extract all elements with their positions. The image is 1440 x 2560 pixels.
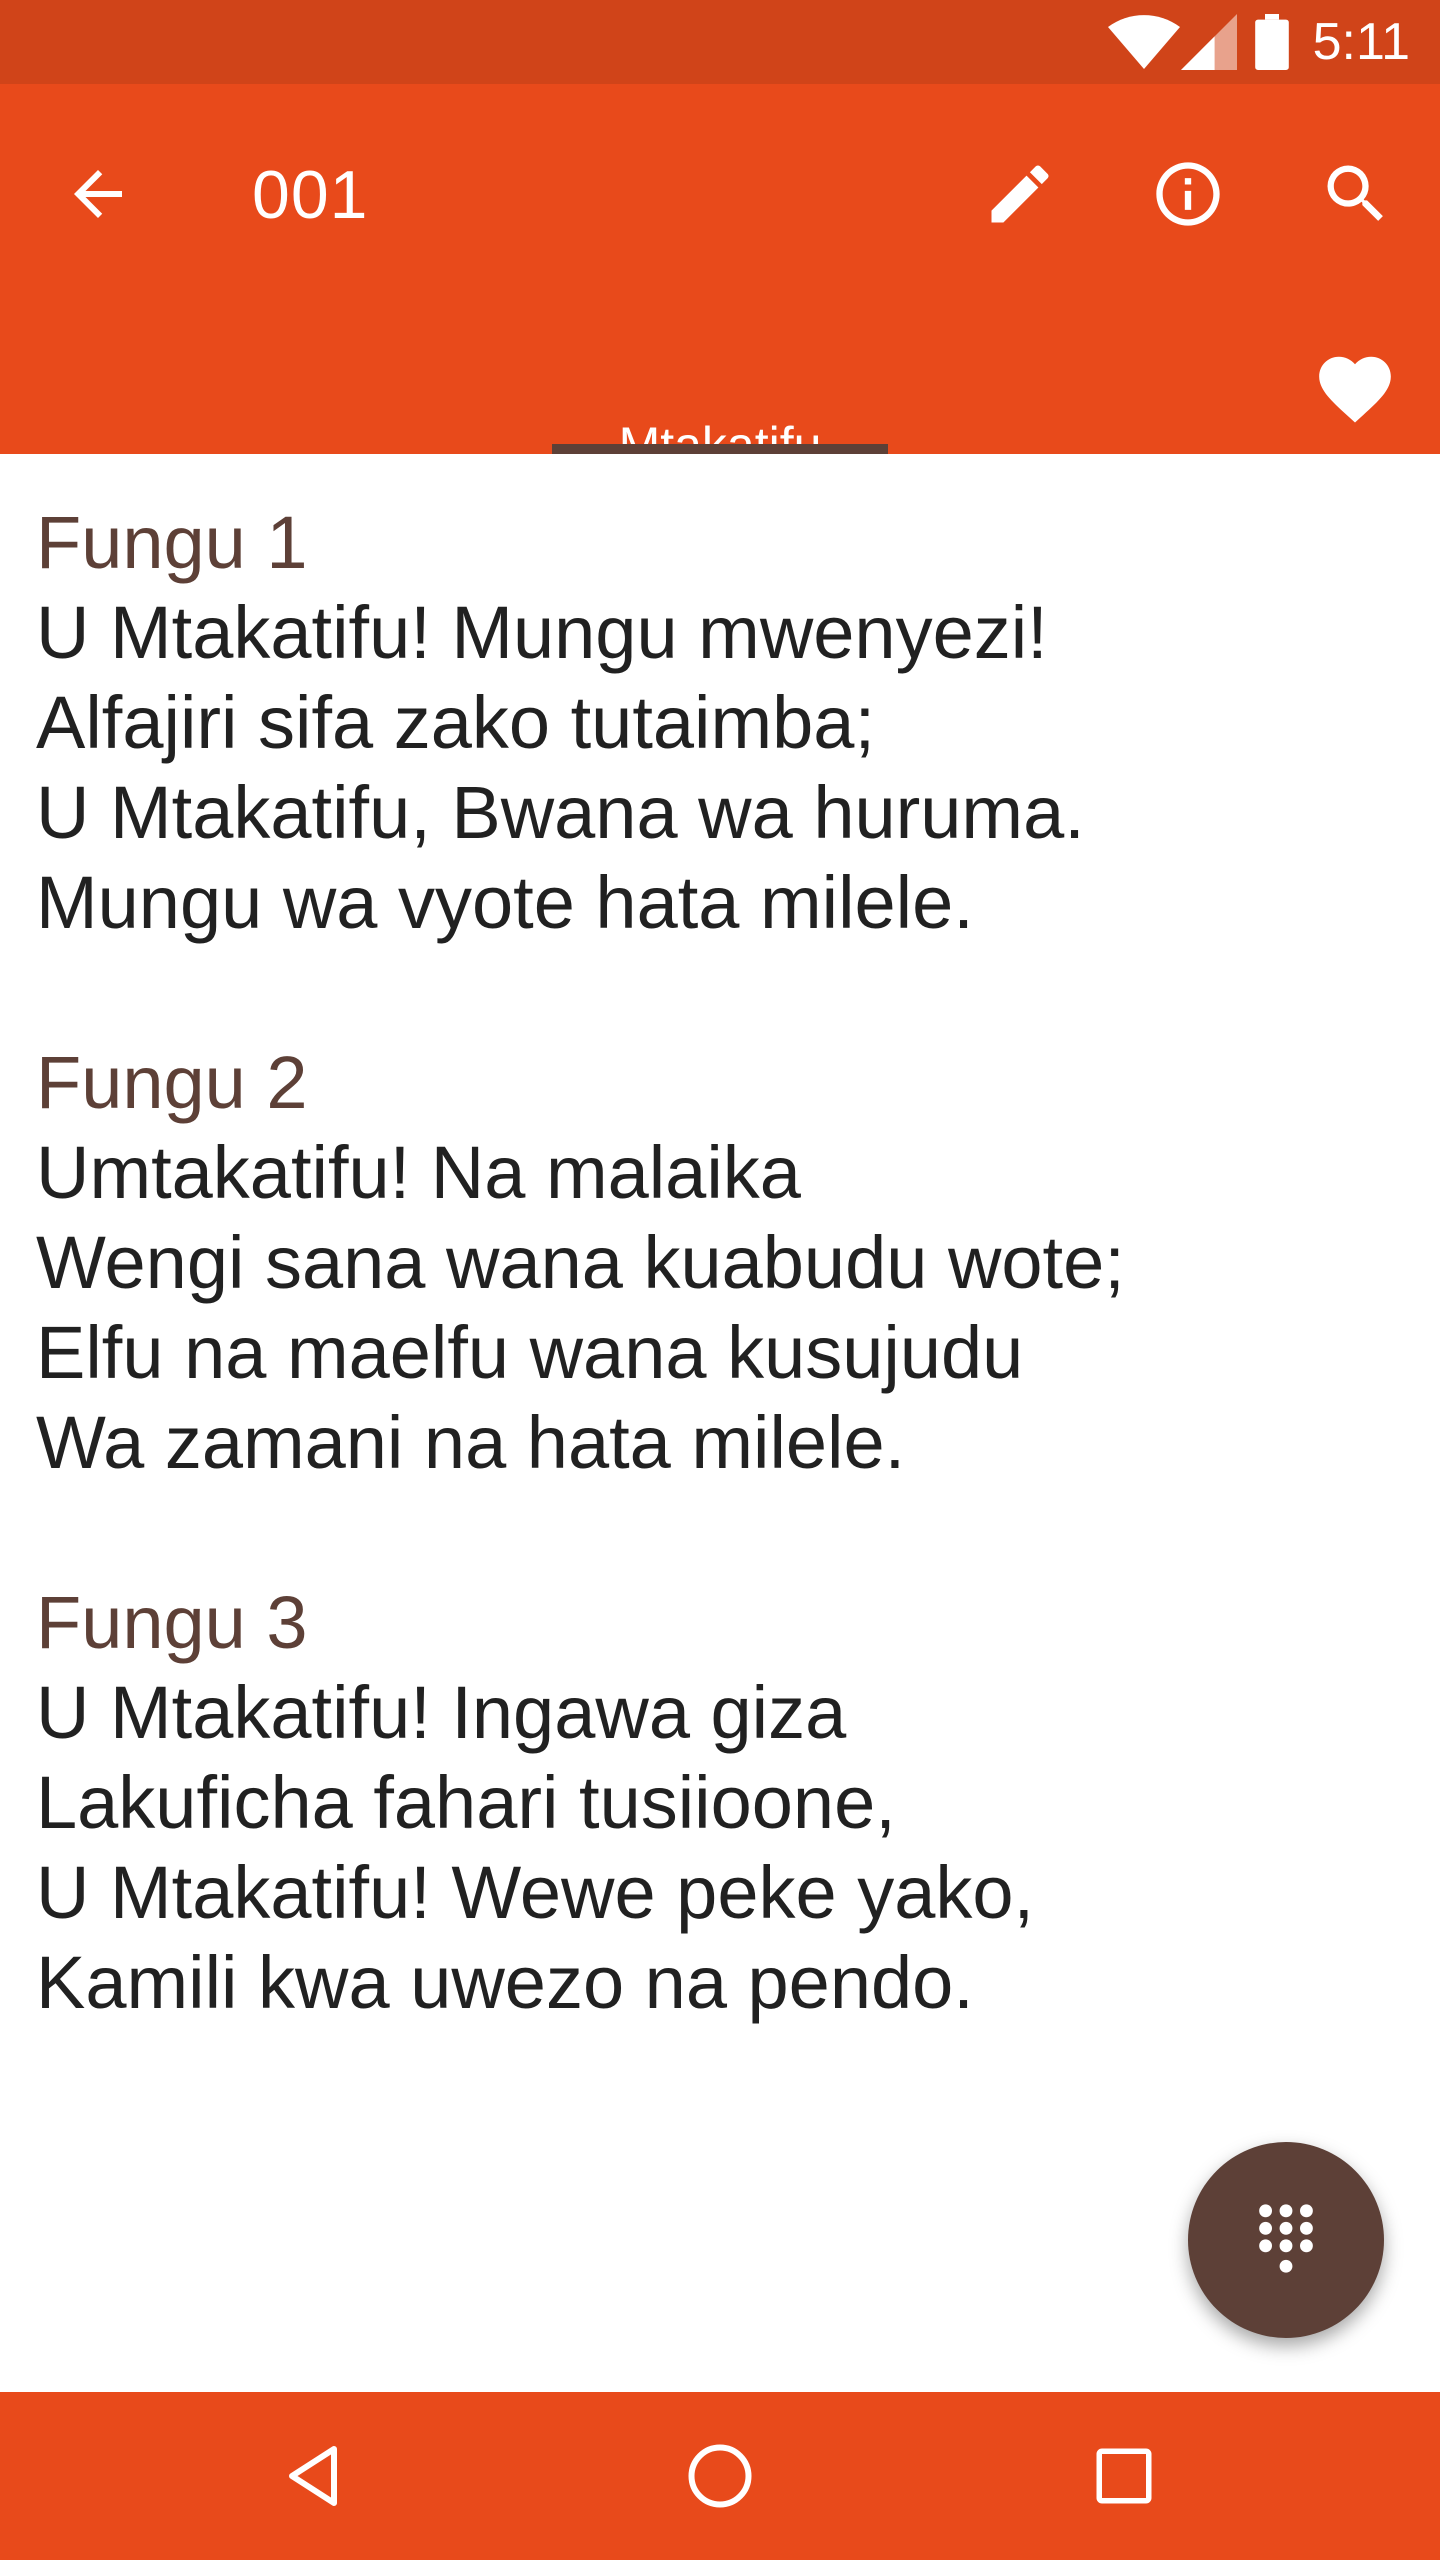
verse-line: Umtakatifu! Na malaika bbox=[36, 1131, 801, 1214]
status-bar: 5:11 bbox=[0, 0, 1440, 84]
verse-line: Kamili kwa uwezo na pendo. bbox=[36, 1941, 974, 2024]
verse-title: Fungu 3 bbox=[36, 1581, 308, 1664]
back-button[interactable] bbox=[38, 134, 158, 254]
verse-line: Wa zamani na hata milele. bbox=[36, 1401, 906, 1484]
triangle-back-icon bbox=[289, 2446, 337, 2506]
verse-title: Fungu 1 bbox=[36, 501, 308, 584]
verse-line: Wengi sana wana kuabudu wote; bbox=[36, 1221, 1125, 1304]
verse: Fungu 1 U Mtakatifu! Mungu mwenyezi! Alf… bbox=[36, 498, 1416, 948]
cell-signal-icon bbox=[1181, 14, 1237, 70]
tab-mtakatifu[interactable]: Mtakatifu bbox=[552, 316, 888, 470]
info-icon bbox=[1156, 162, 1220, 226]
arrow-back-icon bbox=[74, 170, 122, 218]
verse-line: Mungu wa vyote hata milele. bbox=[36, 861, 974, 944]
search-icon bbox=[1327, 165, 1383, 221]
heart-icon bbox=[1319, 356, 1391, 423]
nav-home-button[interactable] bbox=[660, 2416, 780, 2536]
verse-title: Fungu 2 bbox=[36, 1041, 308, 1124]
dialpad-icon bbox=[1259, 2204, 1313, 2273]
verse: Fungu 2 Umtakatifu! Na malaika Wengi san… bbox=[36, 1038, 1416, 1488]
favorite-button[interactable] bbox=[1300, 334, 1410, 444]
info-button[interactable] bbox=[1128, 134, 1248, 254]
verse-line: U Mtakatifu! Mungu mwenyezi! bbox=[36, 591, 1048, 674]
navigation-bar bbox=[0, 2392, 1440, 2560]
verse-line: Lakuficha fahari tusiioone, bbox=[36, 1761, 896, 1844]
verse-line: Alfajiri sifa zako tutaimba; bbox=[36, 681, 876, 764]
tab-indicator bbox=[552, 444, 888, 454]
pencil-icon bbox=[991, 165, 1049, 223]
app-bar: 001 Mtakatifu bbox=[0, 84, 1440, 470]
nav-recents-button[interactable] bbox=[1064, 2416, 1184, 2536]
nav-back-button[interactable] bbox=[256, 2416, 376, 2536]
square-recents-icon bbox=[1096, 2448, 1152, 2504]
verse-line: Elfu na maelfu wana kusujudu bbox=[36, 1311, 1024, 1394]
dialpad-fab-button[interactable] bbox=[1188, 2142, 1384, 2338]
battery-icon bbox=[1255, 14, 1289, 70]
edit-button[interactable] bbox=[960, 134, 1080, 254]
status-time: 5:11 bbox=[1312, 13, 1410, 71]
search-button[interactable] bbox=[1296, 134, 1416, 254]
circle-home-icon bbox=[688, 2444, 752, 2508]
verse-line: U Mtakatifu, Bwana wa huruma. bbox=[36, 771, 1085, 854]
verse: Fungu 3 U Mtakatifu! Ingawa giza Lakufic… bbox=[36, 1578, 1416, 2028]
wifi-icon bbox=[1108, 15, 1180, 69]
hymn-content: Fungu 1 U Mtakatifu! Mungu mwenyezi! Alf… bbox=[36, 498, 1416, 2118]
verse-line: U Mtakatifu! Ingawa giza bbox=[36, 1671, 847, 1754]
verse-line: U Mtakatifu! Wewe peke yako, bbox=[36, 1851, 1035, 1934]
page-title: 001 bbox=[252, 157, 369, 233]
